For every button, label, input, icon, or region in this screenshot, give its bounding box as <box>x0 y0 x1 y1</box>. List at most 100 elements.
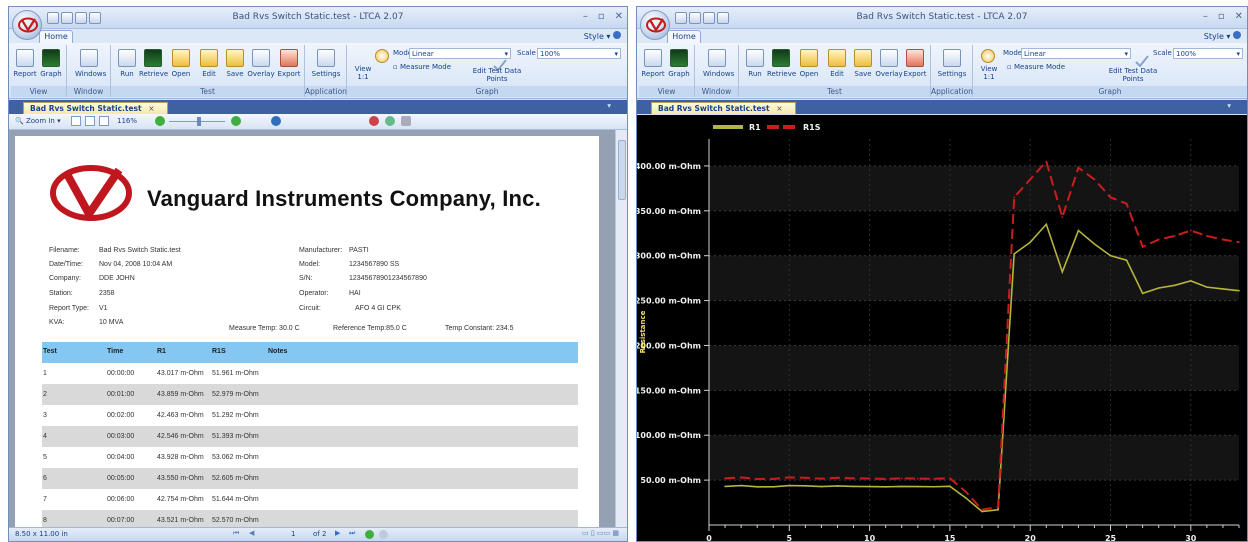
actual-size-icon[interactable] <box>99 116 109 126</box>
scale-select[interactable]: 100% ▾ <box>537 48 621 59</box>
circuit-value: AFO 4 GI CPK <box>355 305 401 312</box>
ribbon-tab-row: Home Style ▾ <box>637 29 1247 43</box>
close-tab-icon[interactable]: × <box>148 104 154 113</box>
x-tick-label: 30 <box>1185 534 1197 542</box>
zoom-value[interactable]: 116% <box>117 117 137 125</box>
graph-button[interactable]: Graph <box>37 49 65 78</box>
measure-mode-label: Measure Mode <box>399 63 452 71</box>
fit-width-icon[interactable] <box>85 116 95 126</box>
zoom-slider-thumb[interactable] <box>197 117 201 126</box>
save-button[interactable]: Save <box>849 49 877 78</box>
edit-test-data-points-button[interactable]: Edit Test Data Points <box>467 67 527 83</box>
table-row: 6 00:05:00 43.550 m-Ohm 52.605 m-Ohm <box>42 468 578 489</box>
close-icon[interactable]: ✕ <box>615 11 623 22</box>
data-point-r1 <box>820 485 823 488</box>
fit-page-icon[interactable] <box>71 116 81 126</box>
scale-select[interactable]: 100% ▾ <box>1173 48 1243 59</box>
export-button[interactable]: Export <box>275 49 303 78</box>
group-label-window: Window <box>695 86 738 97</box>
next-page-icon[interactable]: ▶ <box>335 529 340 537</box>
zoom-in-button[interactable]: 🔍 Zoom In ▾ <box>15 117 61 125</box>
edit-test-data-points-button[interactable]: Edit Test Data Points <box>1103 67 1163 83</box>
edit-icon <box>200 49 218 67</box>
data-point-r1 <box>1238 289 1240 292</box>
edit-button[interactable]: Edit <box>195 49 223 78</box>
first-page-icon[interactable]: ⏮ <box>233 529 239 538</box>
export-page-icon[interactable] <box>401 116 411 126</box>
scrollbar-thumb[interactable] <box>618 140 626 200</box>
windows-button[interactable]: Windows <box>75 49 106 78</box>
globe-icon[interactable] <box>271 116 281 126</box>
data-point-r1s <box>1013 196 1015 199</box>
overlay-button[interactable]: Overlay <box>247 49 275 78</box>
report-button[interactable]: Report <box>639 49 667 78</box>
kva-value: 10 MVA <box>99 319 124 326</box>
measure-mode-checkbox[interactable]: ▫ Measure Mode <box>393 63 451 71</box>
last-page-icon[interactable]: ⏭ <box>349 529 355 538</box>
data-point-r1 <box>884 486 887 488</box>
retrieve-button[interactable]: Retrieve <box>139 49 168 78</box>
circuit-label: Circuit: <box>299 305 321 312</box>
tab-list-icon[interactable]: ▾ <box>601 100 623 112</box>
app-menu-button[interactable] <box>12 10 42 40</box>
table-row: 2 00:01:00 43.859 m-Ohm 52.979 m-Ohm <box>42 384 578 405</box>
measure-mode-checkbox[interactable]: ▫ Measure Mode <box>1007 63 1065 71</box>
open-button[interactable]: Open <box>167 49 195 78</box>
help-icon[interactable] <box>1233 31 1241 39</box>
view-11-button[interactable]: View 1:1 <box>977 65 1001 81</box>
settings-button[interactable]: Settings <box>311 49 341 78</box>
zoom-out-icon[interactable] <box>155 116 165 126</box>
minimize-icon[interactable]: – <box>1203 11 1208 22</box>
magnifier-icon <box>375 49 389 63</box>
overlay-button[interactable]: Overlay <box>875 49 903 78</box>
mode-select[interactable]: Linear ▾ <box>1021 48 1131 59</box>
windows-button[interactable]: Windows <box>703 49 734 78</box>
data-point-r1s <box>820 477 823 480</box>
maximize-icon[interactable]: ▫ <box>1218 11 1225 22</box>
close-tab-icon[interactable]: × <box>776 104 782 113</box>
tab-list-icon[interactable]: ▾ <box>1221 100 1243 112</box>
page-number[interactable]: 1 <box>291 530 295 538</box>
maximize-icon[interactable]: ▫ <box>598 11 605 22</box>
table-cell: 43.928 m-Ohm <box>157 454 204 461</box>
minimize-icon[interactable]: – <box>583 11 588 22</box>
graph-button[interactable]: Graph <box>665 49 693 78</box>
vertical-scrollbar[interactable] <box>615 130 627 527</box>
view-mode-icons[interactable]: ▭ ▯ ▭▭ ▦ <box>582 529 619 537</box>
help-icon[interactable] <box>613 31 621 39</box>
settings-button[interactable]: Settings <box>937 49 967 78</box>
data-point-r1s <box>916 477 919 480</box>
prev-page-icon[interactable]: ◀ <box>249 529 254 537</box>
zoom-in-icon[interactable] <box>231 116 241 126</box>
tab-home[interactable]: Home <box>39 30 73 43</box>
document-tab[interactable]: Bad Rvs Switch Static.test × <box>23 102 168 114</box>
retrieve-button[interactable]: Retrieve <box>767 49 796 78</box>
run-button[interactable]: Run <box>113 49 141 78</box>
tools-icon[interactable] <box>369 116 379 126</box>
resistance-chart[interactable]: 50.00 m-Ohm 100.00 m-Ohm 150.00 m-Ohm 200.0… <box>637 115 1247 542</box>
zoom-in-label: Zoom In <box>25 117 55 125</box>
app-menu-button[interactable] <box>640 10 670 40</box>
export-button[interactable]: Export <box>901 49 929 78</box>
options-icon[interactable] <box>385 116 395 126</box>
document-tab[interactable]: Bad Rvs Switch Static.test × <box>651 102 796 114</box>
data-point-r1 <box>916 485 919 488</box>
edit-label: Edit <box>830 70 844 78</box>
style-menu[interactable]: Style ▾ <box>1204 31 1241 41</box>
stop-icon[interactable] <box>379 530 388 539</box>
edit-button[interactable]: Edit <box>823 49 851 78</box>
save-button[interactable]: Save <box>221 49 249 78</box>
run-button[interactable]: Run <box>741 49 769 78</box>
view-11-button[interactable]: View 1:1 <box>351 65 375 81</box>
close-icon[interactable]: ✕ <box>1235 11 1243 22</box>
style-menu[interactable]: Style ▾ <box>584 31 621 41</box>
mode-select[interactable]: Linear ▾ <box>409 48 511 59</box>
page-size: 8.50 x 11.00 in <box>15 530 68 538</box>
refresh-icon[interactable] <box>365 530 374 539</box>
data-point-r1 <box>804 485 807 487</box>
tab-home[interactable]: Home <box>667 30 701 43</box>
report-button[interactable]: Report <box>11 49 39 78</box>
data-point-r1 <box>949 485 951 488</box>
title-bar: Bad Rvs Switch Static.test - LTCA 2.07 –… <box>9 7 627 29</box>
open-button[interactable]: Open <box>795 49 823 78</box>
